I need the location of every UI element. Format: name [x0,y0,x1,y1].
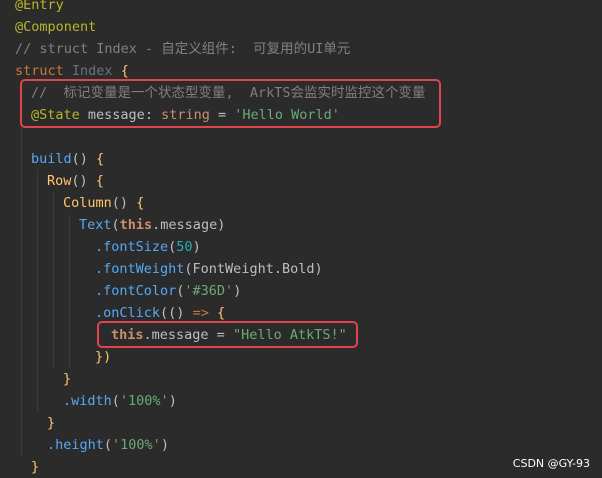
code-line[interactable]: Column() { [63,192,144,214]
code-token: @Entry [15,0,64,13]
code-editor[interactable]: @Entry @Component // struct Index - 自定义组件:… [0,0,602,476]
code-line[interactable]: }) [95,346,111,368]
code-token: ) [192,239,201,255]
code-token: .fontSize [95,239,169,255]
code-line[interactable]: .height('100%') [47,434,169,456]
code-line[interactable]: .fontSize(50) [95,236,201,258]
code-token: .onClick [95,305,161,321]
code-token: '#36D' [184,283,234,299]
code-line[interactable]: .fontColor('#36D') [95,280,241,302]
code-token: .Bold [273,261,315,277]
code-token: ) [314,261,323,277]
code-token: } [47,415,56,431]
code-token: ) [168,393,177,409]
code-token: () [168,305,193,321]
code-line[interactable]: build() { [31,148,104,170]
code-token: 50 [176,239,193,255]
code-line[interactable]: .fontWeight(FontWeight.Bold) [95,258,323,280]
code-token: this [119,217,153,233]
code-token: } [31,459,40,475]
code-token: // struct Index - 自定义组件: 可复用的UI单元 [15,41,351,57]
code-token: .width [63,393,112,409]
code-line[interactable]: } [63,368,71,390]
code-token: () [71,173,96,189]
code-line[interactable]: Row() { [47,170,104,192]
code-token: { [96,151,105,167]
state-declaration-highlight [20,79,441,128]
message-assignment-highlight [97,321,358,348]
code-token: .height [47,437,104,453]
code-token: Text [79,217,112,233]
code-line[interactable]: Text(this.message) [79,214,225,236]
indent-guide [21,82,22,456]
code-token: ( [111,393,120,409]
code-token: () [111,195,137,211]
code-token: Row [47,173,72,189]
code-token: @Component [15,19,97,35]
indent-guide [37,170,38,412]
code-token: '100%' [112,437,161,453]
code-token: { [216,305,226,321]
code-line[interactable]: .width('100%') [63,390,177,412]
code-line[interactable]: } [47,412,55,434]
code-token: ( [103,437,113,453]
code-line[interactable]: // struct Index - 自定义组件: 可复用的UI单元 [15,38,350,60]
code-token: ) [233,283,242,299]
code-token: { [136,195,145,211]
code-line[interactable]: @Component [15,16,96,38]
indent-guide [69,214,70,368]
code-token: Column [63,195,112,211]
code-token: ( [111,217,120,233]
code-token: .fontColor [95,283,177,299]
code-token: FontWeight [192,261,274,277]
code-token: ) [160,437,169,453]
code-token: ( [160,305,169,321]
code-line[interactable]: } [31,456,39,478]
code-token: '100%' [119,393,169,409]
code-token: .fontWeight [95,261,185,277]
code-token: .message [152,217,218,233]
code-token: } [63,371,72,387]
code-token: ( [184,261,193,277]
code-token: => [192,305,217,321]
code-token: ) [217,217,226,233]
code-token: { [95,173,104,189]
watermark: CSDN @GY-93 [512,457,590,470]
code-token: () [71,151,97,167]
code-token: Index [71,63,121,79]
code-token: struct [15,63,72,79]
code-line[interactable]: @Entry [15,0,64,16]
code-token: }) [95,349,112,365]
code-token: { [120,63,129,79]
code-token: build [31,151,72,167]
indent-guide [53,192,54,368]
